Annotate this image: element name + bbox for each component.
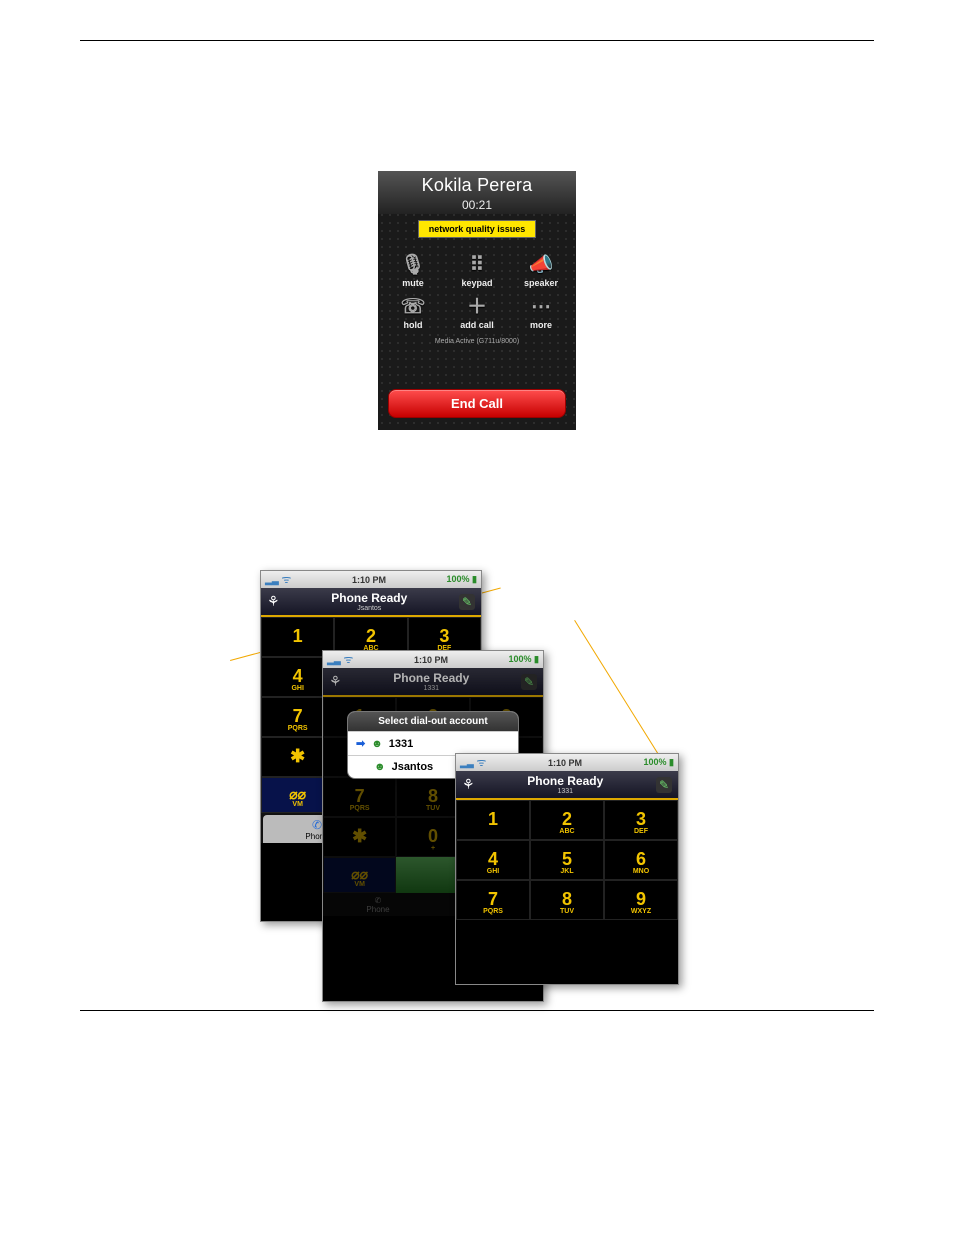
presence-icon[interactable]: ⚘ — [267, 593, 280, 610]
signal-icon: ▂▃ — [327, 655, 341, 665]
voicemail-button[interactable]: ⌀⌀VM — [323, 857, 396, 893]
dialer-front-screen: ▂▃ ᯤ 1:10 PM 100% ▮ ⚘ Phone Ready 1331 ✎… — [455, 753, 679, 985]
hold-label: hold — [404, 320, 423, 330]
edit-icon[interactable]: ✎ — [656, 777, 672, 793]
tab-phone[interactable]: ✆Phone — [323, 893, 433, 916]
mic-off-icon: 🎙 — [391, 252, 435, 278]
call-timer: 00:21 — [378, 198, 576, 212]
status-time: 1:10 PM — [414, 655, 448, 665]
mute-button[interactable]: 🎙 mute — [391, 252, 435, 288]
edit-icon[interactable]: ✎ — [521, 674, 537, 690]
account-option-1331[interactable]: ➡ ☻ 1331 — [348, 731, 518, 755]
battery-icon: ▮ — [534, 654, 539, 664]
presence-icon[interactable]: ⚘ — [329, 673, 342, 690]
account-icon: ☻ — [374, 761, 386, 773]
key-8[interactable]: 8TUV — [530, 880, 604, 920]
status-bar: ▂▃ ᯤ 1:10 PM 100% ▮ — [456, 754, 678, 771]
wifi-icon: ᯤ — [281, 574, 291, 586]
dialer-screens-group: ▂▃ ᯤ 1:10 PM 100% ▮ ⚘ Phone Ready Jsanto… — [260, 570, 874, 1010]
app-bar: ⚘ Phone Ready 1331 ✎ — [323, 668, 543, 697]
app-bar: ⚘ Phone Ready Jsantos ✎ — [261, 588, 481, 617]
key-9[interactable]: 9WXYZ — [604, 880, 678, 920]
key-7[interactable]: 7PQRS — [456, 880, 530, 920]
speaker-label: speaker — [524, 278, 558, 288]
key-1[interactable]: 1 — [456, 800, 530, 840]
edit-icon[interactable]: ✎ — [459, 594, 475, 610]
more-button[interactable]: ⋯ more — [519, 294, 563, 330]
call-header: Kokila Perera 00:21 — [378, 171, 576, 214]
plus-icon: ＋ — [455, 294, 499, 320]
presence-icon[interactable]: ⚘ — [462, 776, 475, 793]
status-time: 1:10 PM — [548, 758, 582, 768]
status-battery: 100% — [446, 574, 469, 584]
mute-label: mute — [402, 278, 424, 288]
popup-title: Select dial-out account — [348, 712, 518, 731]
keypad-icon: ⠿ — [455, 252, 499, 278]
speaker-button[interactable]: 📣 speaker — [519, 252, 563, 288]
account-label: Jsantos — [392, 761, 434, 773]
phone-icon: ✆ — [312, 818, 322, 832]
arrow-right-icon: ➡ — [356, 737, 365, 750]
signal-icon: ▂▃ — [460, 758, 474, 768]
account-icon: ☻ — [371, 738, 383, 750]
app-account: Jsantos — [280, 605, 459, 612]
app-account: 1331 — [342, 685, 521, 692]
add-call-label: add call — [460, 320, 494, 330]
more-icon: ⋯ — [519, 294, 563, 320]
status-battery: 100% — [643, 757, 666, 767]
wifi-icon: ᯤ — [343, 654, 353, 666]
app-title: Phone Ready — [393, 671, 469, 685]
app-title: Phone Ready — [527, 774, 603, 788]
app-title: Phone Ready — [331, 591, 407, 605]
app-account: 1331 — [475, 788, 656, 795]
account-label: 1331 — [389, 738, 413, 750]
hold-button[interactable]: ☏ hold — [391, 294, 435, 330]
app-bar: ⚘ Phone Ready 1331 ✎ — [456, 771, 678, 800]
key-4[interactable]: 4GHI — [456, 840, 530, 880]
end-call-label: End Call — [451, 396, 503, 411]
key-7[interactable]: 7PQRS — [323, 777, 396, 817]
key-star[interactable]: ✱ — [323, 817, 396, 857]
status-bar: ▂▃ ᯤ 1:10 PM 100% ▮ — [323, 651, 543, 668]
keypad-label: keypad — [461, 278, 492, 288]
key-5[interactable]: 5JKL — [530, 840, 604, 880]
caller-name: Kokila Perera — [378, 175, 576, 196]
codec-status: Media Active (G711u/8000) — [388, 338, 566, 345]
add-call-button[interactable]: ＋ add call — [455, 294, 499, 330]
signal-icon: ▂▃ — [265, 575, 279, 585]
key-2[interactable]: 2ABC — [530, 800, 604, 840]
more-label: more — [530, 320, 552, 330]
hold-icon: ☏ — [391, 294, 435, 320]
phone-icon: ✆ — [375, 896, 382, 905]
status-bar: ▂▃ ᯤ 1:10 PM 100% ▮ — [261, 571, 481, 588]
end-call-button[interactable]: End Call — [388, 389, 566, 418]
status-time: 1:10 PM — [352, 575, 386, 585]
call-screen: Kokila Perera 00:21 network quality issu… — [378, 171, 576, 430]
key-3[interactable]: 3DEF — [604, 800, 678, 840]
battery-icon: ▮ — [472, 574, 477, 584]
network-warning-banner: network quality issues — [418, 220, 537, 238]
keypad: 1 2ABC 3DEF 4GHI 5JKL 6MNO 7PQRS 8TUV 9W… — [456, 800, 678, 920]
wifi-icon: ᯤ — [476, 757, 486, 769]
status-battery: 100% — [508, 654, 531, 664]
speaker-icon: 📣 — [519, 252, 563, 278]
battery-icon: ▮ — [669, 757, 674, 767]
key-6[interactable]: 6MNO — [604, 840, 678, 880]
keypad-button[interactable]: ⠿ keypad — [455, 252, 499, 288]
